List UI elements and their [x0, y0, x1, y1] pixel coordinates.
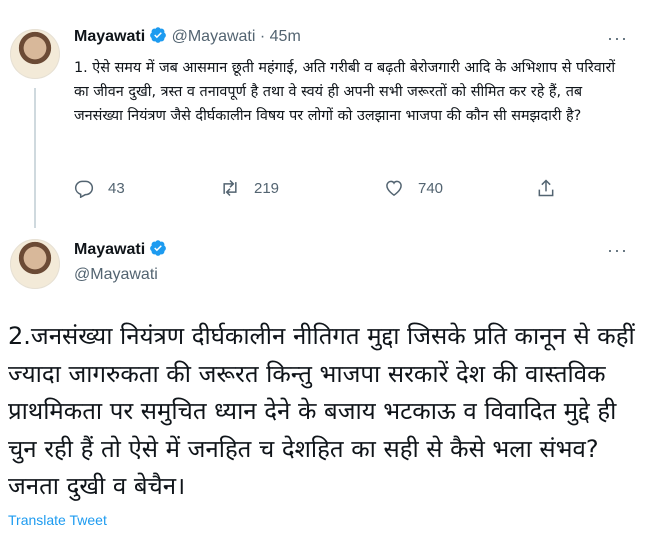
translate-tweet-link[interactable]: Translate Tweet	[8, 512, 107, 528]
author-name[interactable]: Mayawati	[74, 241, 145, 258]
heart-icon	[386, 180, 402, 196]
tweet-header: Mayawati @Mayawati · 45m	[74, 26, 301, 46]
reply-icon	[74, 180, 94, 198]
retweet-button[interactable]: 219	[220, 178, 279, 198]
tweet-text: 1. ऐसे समय में जब आसमान छूती महंगाई, अति…	[74, 60, 616, 124]
reply-count: 43	[108, 179, 125, 197]
tweet-timestamp[interactable]: 45m	[270, 28, 301, 45]
tweet-header: Mayawati	[74, 239, 167, 259]
verified-badge-icon	[150, 240, 167, 256]
author-name[interactable]: Mayawati	[74, 28, 145, 45]
more-options-button[interactable]: ···	[607, 240, 628, 261]
retweet-icon	[223, 179, 237, 197]
verified-badge-icon	[150, 27, 167, 43]
thread-connector-line	[34, 88, 36, 228]
author-handle[interactable]: @Mayawati	[172, 28, 256, 45]
share-icon	[538, 179, 554, 197]
share-button[interactable]	[536, 178, 570, 198]
avatar[interactable]	[10, 29, 60, 79]
time-separator: ·	[259, 28, 266, 45]
retweet-count: 219	[254, 179, 280, 197]
like-button[interactable]: 740	[384, 178, 443, 198]
more-options-button[interactable]: ···	[607, 28, 628, 49]
tweet-actions: 43 219 740	[74, 178, 554, 202]
reply-button[interactable]: 43	[74, 178, 125, 198]
avatar[interactable]	[10, 239, 60, 289]
author-handle[interactable]: @Mayawati	[74, 266, 158, 284]
tweet-text: 2.जनसंख्या नियंत्रण दीर्घकालीन नीतिगत मु…	[8, 322, 635, 500]
like-count: 740	[418, 179, 444, 197]
